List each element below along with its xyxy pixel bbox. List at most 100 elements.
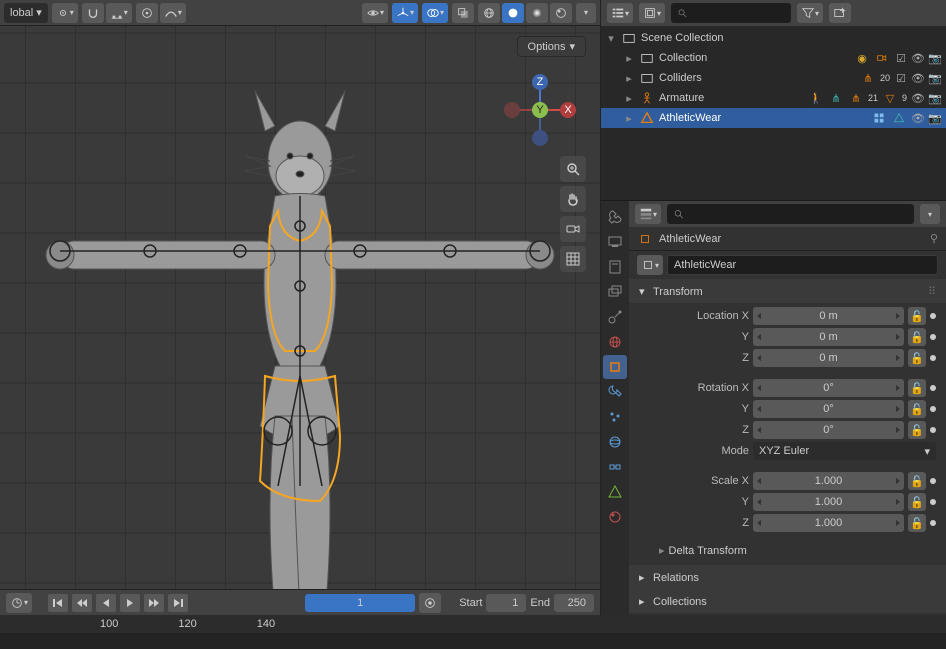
keyframe-dot[interactable] xyxy=(930,499,936,505)
delta-transform-header[interactable]: Delta Transform xyxy=(669,545,747,557)
properties-editor-type[interactable]: ▾ xyxy=(635,204,661,224)
keyframe-dot[interactable] xyxy=(930,478,936,484)
shading-matprev[interactable] xyxy=(526,3,548,23)
tab-physics[interactable] xyxy=(603,430,627,454)
athleticwear-row[interactable]: ▸ AthleticWear 👁📷 xyxy=(601,108,946,128)
lock-icon[interactable]: 🔓 xyxy=(908,514,926,532)
eye-icon[interactable]: 👁 xyxy=(911,71,925,85)
keyframe-dot[interactable] xyxy=(930,313,936,319)
tab-viewlayer[interactable] xyxy=(603,280,627,304)
render-icon[interactable]: 📷 xyxy=(928,51,942,65)
rotation-x-field[interactable]: 0° xyxy=(753,379,904,397)
timeline-editor-type[interactable]: ▾ xyxy=(6,593,32,613)
checkbox-icon[interactable]: ☑ xyxy=(894,71,908,85)
keyframe-dot[interactable] xyxy=(930,406,936,412)
timeline-track[interactable] xyxy=(0,633,946,649)
keyframe-dot[interactable] xyxy=(930,334,936,340)
armature-row[interactable]: ▸ Armature 🚶 ⋔ ⋔21 ▽9 👁📷 xyxy=(601,88,946,108)
lock-icon[interactable]: 🔓 xyxy=(908,349,926,367)
proportional-falloff[interactable]: ▾ xyxy=(160,3,186,23)
shading-rendered[interactable] xyxy=(550,3,572,23)
pan-tool[interactable] xyxy=(560,186,586,212)
collection-row[interactable]: ▸ Collection ◉ ☑👁📷 xyxy=(601,48,946,68)
relations-panel-header[interactable]: ▸Relations xyxy=(629,566,946,589)
shading-solid[interactable] xyxy=(502,3,524,23)
location-z-field[interactable]: 0 m xyxy=(753,349,904,367)
tab-material[interactable] xyxy=(603,505,627,529)
orientation-dropdown[interactable]: lobal▾ xyxy=(4,3,48,23)
scale-y-field[interactable]: 1.000 xyxy=(753,493,904,511)
keyframe-dot[interactable] xyxy=(930,427,936,433)
tab-data[interactable] xyxy=(603,480,627,504)
tab-tool[interactable] xyxy=(603,205,627,229)
outliner-new-collection[interactable] xyxy=(829,3,851,23)
current-frame-field[interactable]: 1 xyxy=(305,594,415,612)
pin-icon[interactable]: ⚲ xyxy=(930,232,938,245)
tab-scene[interactable] xyxy=(603,305,627,329)
eye-icon[interactable]: 👁 xyxy=(911,111,925,125)
tab-modifiers[interactable] xyxy=(603,380,627,404)
xray-button[interactable] xyxy=(452,3,474,23)
lock-icon[interactable]: 🔓 xyxy=(908,379,926,397)
jump-end-button[interactable] xyxy=(168,594,188,612)
scale-z-field[interactable]: 1.000 xyxy=(753,514,904,532)
shading-dropdown[interactable]: ▾ xyxy=(576,3,596,23)
viewport-options-dropdown[interactable]: Options▾ xyxy=(517,36,586,57)
eye-icon[interactable]: 👁 xyxy=(911,51,925,65)
keyframe-dot[interactable] xyxy=(930,355,936,361)
end-frame-field[interactable]: 250 xyxy=(554,594,594,612)
lock-icon[interactable]: 🔓 xyxy=(908,472,926,490)
gizmo-button[interactable]: ▾ xyxy=(392,3,418,23)
render-icon[interactable]: 📷 xyxy=(928,111,942,125)
rotation-y-field[interactable]: 0° xyxy=(753,400,904,418)
properties-search-input[interactable] xyxy=(688,208,908,220)
proportional-toggle[interactable] xyxy=(136,3,158,23)
keyframe-prev-button[interactable] xyxy=(72,594,92,612)
collections-panel-header[interactable]: ▸Collections xyxy=(629,590,946,613)
render-icon[interactable]: 📷 xyxy=(928,91,942,105)
lock-icon[interactable]: 🔓 xyxy=(908,328,926,346)
disclosure-icon[interactable]: ▸ xyxy=(623,112,635,125)
snap-toggle[interactable] xyxy=(82,3,104,23)
overlays-button[interactable]: ▾ xyxy=(422,3,448,23)
lock-icon[interactable]: 🔓 xyxy=(908,400,926,418)
disclosure-icon[interactable]: ▸ xyxy=(623,52,635,65)
location-y-field[interactable]: 0 m xyxy=(753,328,904,346)
disclosure-icon[interactable]: ▸ xyxy=(623,92,635,105)
rotation-mode-dropdown[interactable]: XYZ Euler▾ xyxy=(753,442,936,460)
location-x-field[interactable]: 0 m xyxy=(753,307,904,325)
keyframe-dot[interactable] xyxy=(930,520,936,526)
eye-icon[interactable]: 👁 xyxy=(911,91,925,105)
camera-view-tool[interactable] xyxy=(560,216,586,242)
outliner-display-mode[interactable]: ▾ xyxy=(639,3,665,23)
lock-icon[interactable]: 🔓 xyxy=(908,493,926,511)
tab-world[interactable] xyxy=(603,330,627,354)
lock-icon[interactable]: 🔓 xyxy=(908,307,926,325)
play-reverse-button[interactable] xyxy=(96,594,116,612)
outliner-tree[interactable]: ▾ Scene Collection ▸ Collection ◉ ☑👁📷 ▸ … xyxy=(601,26,946,200)
outliner-editor-type[interactable]: ▾ xyxy=(607,3,633,23)
scene-collection-row[interactable]: ▾ Scene Collection xyxy=(601,28,946,48)
timeline-ruler[interactable]: 100 120 140 xyxy=(0,615,946,633)
3d-viewport[interactable]: Options▾ Z X Y xyxy=(0,26,600,589)
autokey-button[interactable] xyxy=(419,593,441,613)
play-button[interactable] xyxy=(120,594,140,612)
object-name-input[interactable] xyxy=(667,255,938,275)
rotation-z-field[interactable]: 0° xyxy=(753,421,904,439)
outliner-search-input[interactable] xyxy=(691,7,785,19)
disclosure-icon[interactable]: ▾ xyxy=(605,32,617,45)
tab-particles[interactable] xyxy=(603,405,627,429)
zoom-tool[interactable] xyxy=(560,156,586,182)
transform-panel-header[interactable]: ▾Transform⠿ xyxy=(629,280,946,303)
keyframe-next-button[interactable] xyxy=(144,594,164,612)
start-frame-field[interactable]: 1 xyxy=(486,594,526,612)
shading-wireframe[interactable] xyxy=(478,3,500,23)
disclosure-icon[interactable]: ▸ xyxy=(623,72,635,85)
outliner-filter-button[interactable]: ▾ xyxy=(797,3,823,23)
snap-mode[interactable]: ▾ xyxy=(106,3,132,23)
colliders-row[interactable]: ▸ Colliders ⋔20 ☑👁📷 xyxy=(601,68,946,88)
perspective-tool[interactable] xyxy=(560,246,586,272)
tab-constraints[interactable] xyxy=(603,455,627,479)
navigation-gizmo[interactable]: Z X Y xyxy=(500,70,580,150)
lock-icon[interactable]: 🔓 xyxy=(908,421,926,439)
